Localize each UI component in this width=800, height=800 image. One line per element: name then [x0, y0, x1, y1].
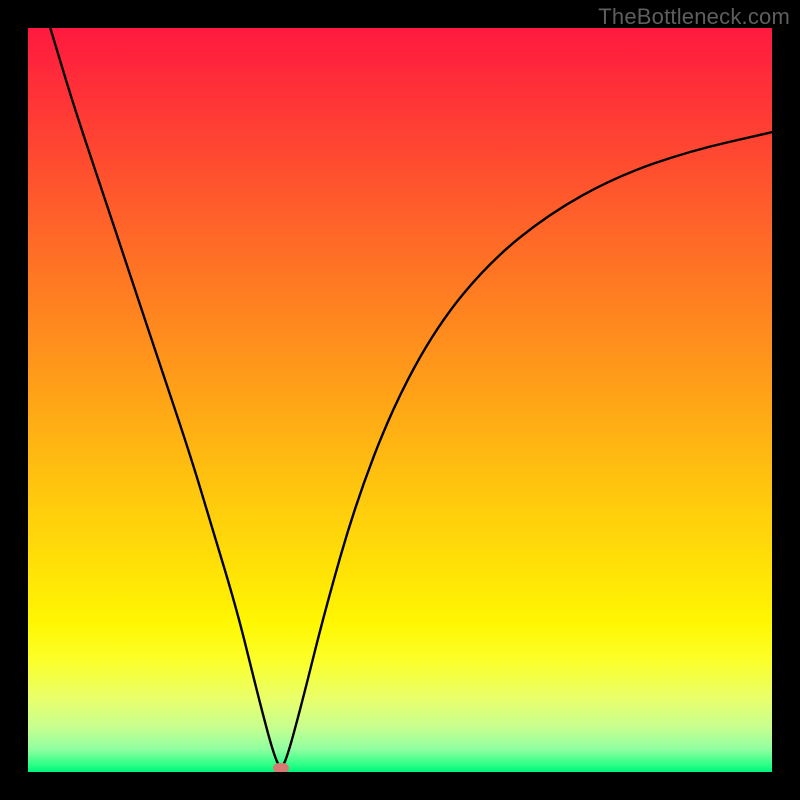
minimum-marker	[273, 763, 289, 772]
outer-frame: TheBottleneck.com	[0, 0, 800, 800]
bottleneck-curve-svg	[28, 28, 772, 772]
bottleneck-curve-path	[50, 28, 772, 766]
watermark-text: TheBottleneck.com	[598, 4, 790, 30]
plot-area	[28, 28, 772, 772]
